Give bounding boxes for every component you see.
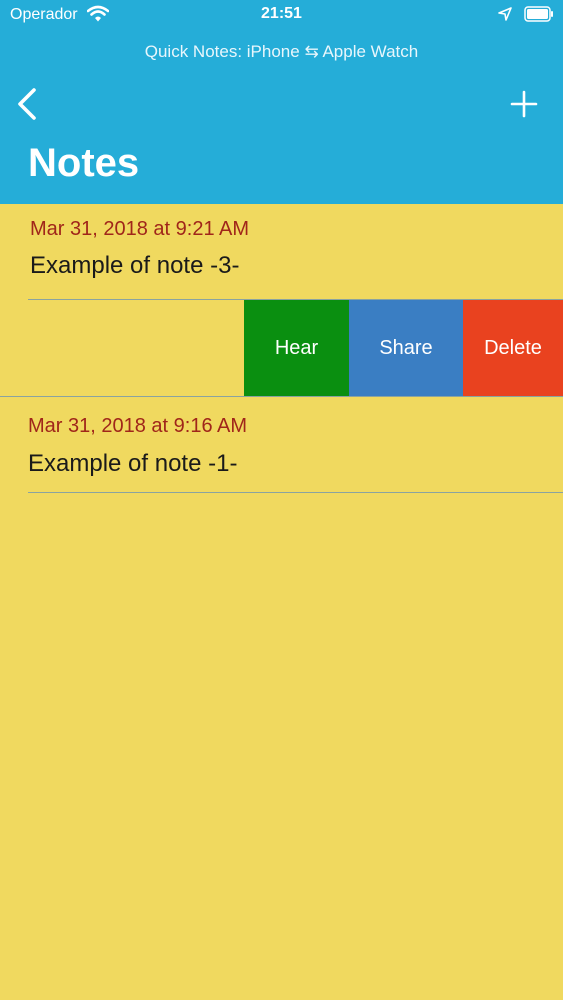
chevron-left-icon bbox=[18, 88, 36, 120]
note-separator bbox=[28, 492, 563, 493]
page-title: Notes bbox=[28, 141, 140, 185]
note-text: Example of note -3- bbox=[30, 252, 240, 279]
plus-icon bbox=[510, 90, 538, 118]
note-row[interactable]: Mar 31, 2018 at 9:16 AM Example of note … bbox=[0, 397, 563, 493]
swipe-actions: Hear Share Delete bbox=[244, 300, 563, 396]
status-time: 21:51 bbox=[261, 5, 302, 22]
note-date: Mar 31, 2018 at 9:16 AM bbox=[28, 415, 248, 437]
note-row[interactable]: Mar 31, 2018 at 9:21 AM Example of note … bbox=[0, 204, 563, 300]
delete-button[interactable]: Delete bbox=[463, 300, 563, 396]
note-text: Example of note -1- bbox=[28, 450, 238, 477]
hear-button[interactable]: Hear bbox=[244, 300, 349, 396]
share-button[interactable]: Share bbox=[349, 300, 463, 396]
app-subtitle: Quick Notes: iPhone ⇆ Apple Watch bbox=[144, 42, 419, 61]
note-date: Mar 31, 2018 at 9:21 AM bbox=[30, 218, 250, 240]
battery-icon bbox=[524, 6, 553, 22]
status-bar: Operador 21:51 bbox=[0, 0, 563, 30]
navigation-header: Operador 21:51 Quick Notes: iPhone ⇆ App… bbox=[0, 0, 563, 204]
add-note-button[interactable] bbox=[510, 90, 538, 118]
back-button[interactable] bbox=[14, 86, 40, 122]
location-arrow-icon bbox=[498, 7, 512, 21]
